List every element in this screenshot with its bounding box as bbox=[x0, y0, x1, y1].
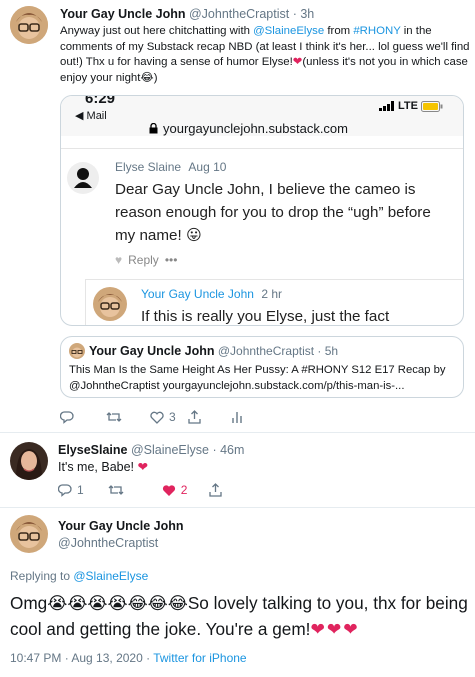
avatar[interactable] bbox=[10, 6, 48, 44]
share-icon[interactable] bbox=[188, 410, 201, 424]
comment-author[interactable]: Elyse Slaine bbox=[115, 160, 181, 174]
reply-count: 1 bbox=[77, 483, 84, 497]
comment-meta: Your Gay Uncle John 2 hr bbox=[141, 287, 282, 301]
back-label: Mail bbox=[86, 110, 107, 122]
phone-clock: 6:29 bbox=[85, 95, 116, 107]
quoted-header: Your Gay Uncle John @JohntheCraptist · 5… bbox=[89, 344, 338, 358]
comment-text: If this is really you Elyse, just the fa… bbox=[141, 308, 390, 325]
author-handle-time[interactable]: @SlaineElyse · 46m bbox=[131, 443, 244, 457]
author-name[interactable]: ElyseSlaine bbox=[58, 443, 128, 457]
back-to-mail[interactable]: ◀ Mail bbox=[75, 109, 107, 122]
comment-meta: Elyse Slaine Aug 10 bbox=[115, 160, 226, 174]
quoted-text: This Man Is the Same Height As Her Pussy… bbox=[69, 364, 446, 392]
tweet-text: Omg😭😭😭😭😂😂😂So lovely talking to you, thx … bbox=[10, 590, 470, 642]
mention-link[interactable]: @SlaineElyse bbox=[253, 25, 324, 37]
liked-heart-icon[interactable] bbox=[162, 484, 176, 497]
heart-icon[interactable]: ♥ bbox=[115, 253, 122, 267]
red-heart-emoji: ❤ bbox=[292, 56, 303, 68]
red-hearts-emoji: ❤❤❤ bbox=[310, 619, 360, 639]
comment-body: Dear Gay Uncle John, I believe the cameo… bbox=[115, 181, 431, 244]
url-text: yourgayunclejohn.substack.com bbox=[163, 121, 348, 136]
avatar-portrait-icon bbox=[69, 343, 85, 359]
tweet-header: Your Gay Uncle John @JohntheCraptist · 3… bbox=[60, 7, 470, 22]
retweet-icon[interactable] bbox=[106, 410, 122, 424]
signal-bars-icon bbox=[379, 101, 394, 111]
red-heart-emoji: ❤ bbox=[137, 460, 149, 474]
address-bar[interactable]: yourgayunclejohn.substack.com bbox=[149, 121, 348, 136]
author-name[interactable]: Your Gay Uncle John bbox=[58, 519, 184, 533]
tweet-text: Anyway just out here chitchatting with @… bbox=[60, 24, 470, 86]
avatar[interactable] bbox=[10, 442, 48, 480]
timestamp-text[interactable]: 10:47 PM · Aug 13, 2020 · bbox=[10, 651, 153, 665]
reply-button[interactable]: Reply bbox=[128, 253, 159, 267]
reply-icon[interactable] bbox=[60, 410, 74, 424]
lte-label: LTE bbox=[398, 100, 418, 112]
reply-icon[interactable] bbox=[58, 483, 72, 497]
tweet-lead: Omg bbox=[10, 593, 48, 613]
comment-author[interactable]: Your Gay Uncle John bbox=[141, 287, 254, 301]
avatar-portrait-icon bbox=[10, 442, 48, 480]
author-handle-time: @JohntheCraptist · 5h bbox=[217, 344, 339, 358]
battery-icon bbox=[420, 100, 443, 112]
retweet-icon[interactable] bbox=[108, 483, 124, 497]
phone-status-icons: LTE bbox=[379, 100, 443, 112]
comment-text: Dear Gay Uncle John, I believe the cameo… bbox=[115, 178, 455, 247]
like-count: 3 bbox=[169, 410, 176, 424]
screenshot-image[interactable]: 6:29 ◀ Mail LTE yourgayunclejohn.substac… bbox=[60, 95, 464, 326]
avatar[interactable] bbox=[10, 515, 48, 553]
author-name: Your Gay Uncle John bbox=[89, 344, 215, 358]
replying-prefix: Replying to bbox=[10, 569, 74, 583]
comment-date: Aug 10 bbox=[188, 160, 227, 174]
author-name-text: Your Gay Uncle John bbox=[58, 519, 184, 533]
avatar-portrait-icon bbox=[10, 515, 48, 553]
author-handle-time[interactable]: @JohntheCraptist · 3h bbox=[189, 7, 314, 21]
lock-icon bbox=[149, 123, 158, 134]
more-options-icon[interactable]: ••• bbox=[165, 253, 178, 267]
source-link[interactable]: Twitter for iPhone bbox=[153, 651, 246, 665]
analytics-icon[interactable] bbox=[231, 410, 243, 424]
replying-to: Replying to @SlaineElyse bbox=[10, 569, 148, 583]
tweet-text: It's me, Babe! ❤ bbox=[58, 459, 148, 474]
tweet-actions: 1 2 bbox=[58, 483, 223, 497]
tweet-text-part: ) bbox=[153, 71, 158, 84]
laughing-emoji: 😂 bbox=[140, 71, 154, 84]
tweet-text-part: Anyway just out here chitchatting with bbox=[60, 25, 254, 37]
mention-link[interactable]: @SlaineElyse bbox=[73, 569, 148, 583]
tweet-timestamp: 10:47 PM · Aug 13, 2020 · Twitter for iP… bbox=[10, 651, 247, 665]
tongue-emoji: 😛 bbox=[185, 227, 202, 244]
tweet-text-part: from bbox=[324, 25, 354, 37]
tweet-actions: 3 bbox=[60, 410, 243, 424]
avatar-portrait-icon bbox=[10, 6, 48, 44]
author-handle[interactable]: @JohntheCraptist bbox=[58, 536, 158, 550]
like-icon[interactable] bbox=[150, 411, 164, 424]
like-count: 2 bbox=[180, 483, 188, 497]
share-icon[interactable] bbox=[209, 483, 223, 497]
comment-date: 2 hr bbox=[261, 287, 282, 301]
tweet-body: It's me, Babe! bbox=[58, 460, 135, 474]
hashtag-link[interactable]: #RHONY bbox=[353, 25, 400, 37]
default-user-icon bbox=[74, 168, 92, 188]
avatar bbox=[69, 343, 85, 359]
commenter-avatar[interactable] bbox=[67, 162, 99, 194]
back-triangle-icon: ◀ bbox=[75, 110, 84, 122]
avatar-portrait-icon bbox=[93, 287, 127, 321]
tweet-header: ElyseSlaine @SlaineElyse · 46m bbox=[58, 443, 244, 457]
comment-actions: ♥ Reply ••• bbox=[115, 253, 177, 267]
crying-laughing-emojis: 😭😭😭😭😂😂😂 bbox=[47, 593, 188, 613]
quoted-tweet[interactable]: Your Gay Uncle John @JohntheCraptist · 5… bbox=[60, 336, 464, 398]
commenter-avatar[interactable] bbox=[93, 287, 127, 321]
author-name[interactable]: Your Gay Uncle John bbox=[60, 7, 186, 21]
